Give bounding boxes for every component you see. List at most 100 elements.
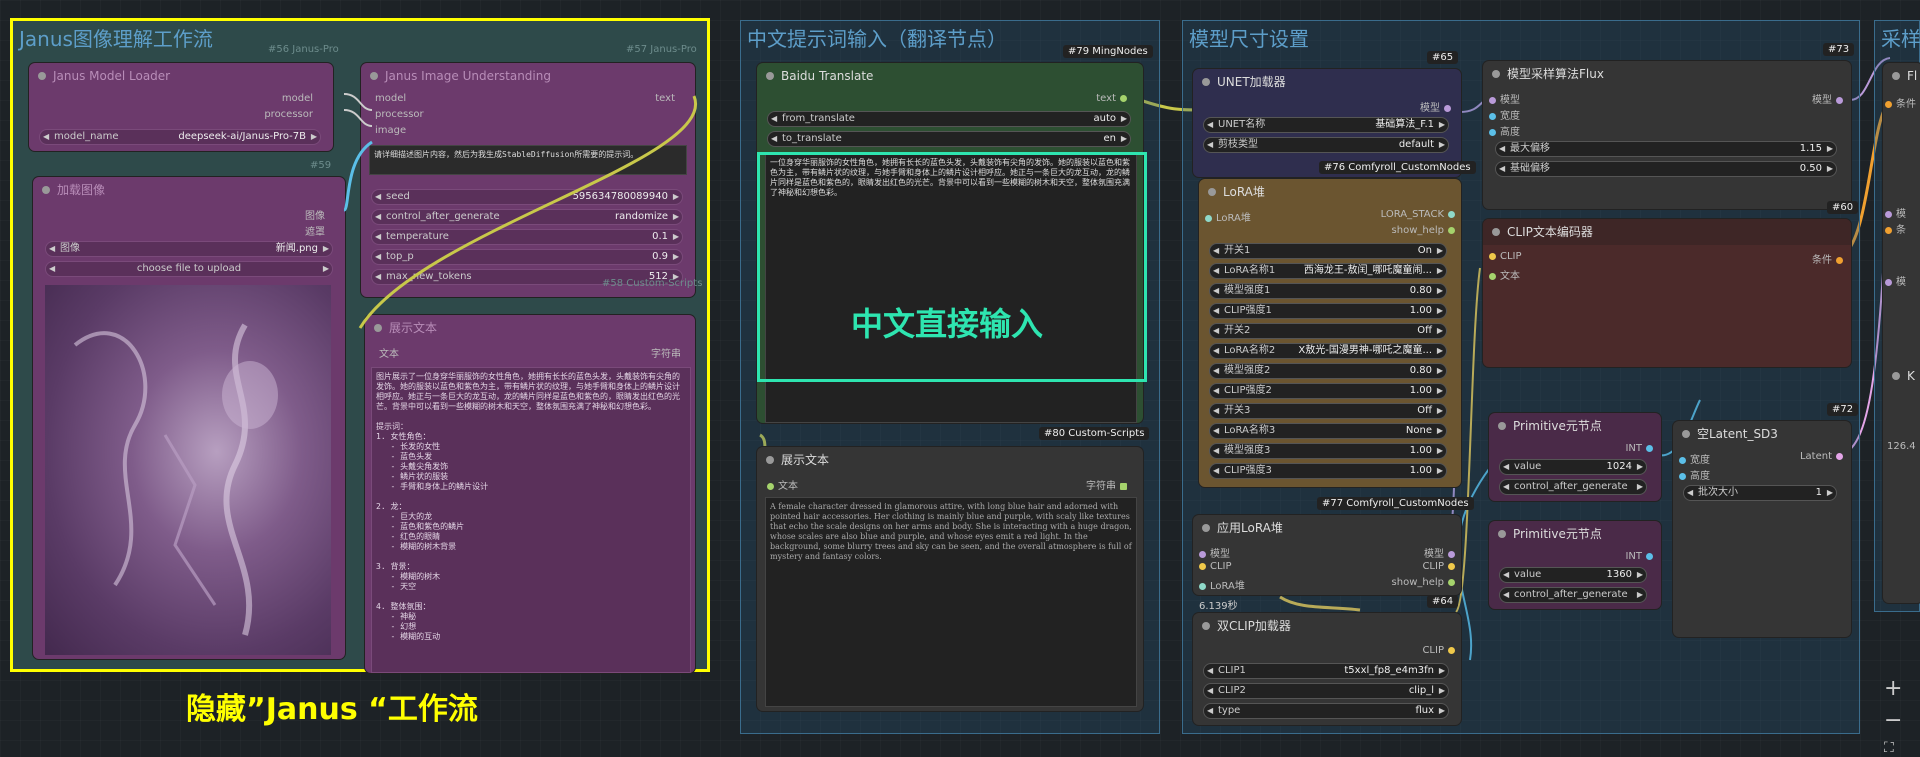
latent-tag: #72 [1827, 403, 1859, 416]
value-widget[interactable]: value1024 [1499, 459, 1647, 475]
to-translate-widget[interactable]: to_translateen [767, 131, 1131, 147]
output-int[interactable]: INT [1625, 551, 1657, 562]
primitive-node-1[interactable]: Primitive元节点 INT value1024 control_after… [1489, 413, 1661, 501]
sampling-tag: #73 [1823, 43, 1855, 56]
lora-widget-row[interactable]: LoRA名称1西海龙王-敖闰_哪吒魔童闹... [1209, 263, 1447, 279]
base-shift-widget[interactable]: 基础偏移0.50 [1495, 161, 1837, 177]
translated-text-content[interactable]: A female character dressed in glamorous … [765, 497, 1137, 707]
lora-stack-tag: #76 Comfyroll_CustomNodes [1319, 161, 1476, 174]
node-title: 空Latent_SD3 [1673, 421, 1851, 447]
lora-widget-row[interactable]: CLIP强度11.00 [1209, 303, 1447, 319]
node-title: 应用LoRA堆 [1193, 515, 1461, 541]
lora-widget-row[interactable]: 模型强度10.80 [1209, 283, 1447, 299]
output-model[interactable]: 模型 [1812, 91, 1847, 106]
node-title: Fl [1883, 63, 1920, 89]
batch-size-widget[interactable]: 批次大小1 [1683, 485, 1837, 501]
lora-widget-row[interactable]: 模型强度20.80 [1209, 363, 1447, 379]
node-title: Baidu Translate [757, 63, 1143, 89]
sampler-group[interactable]: 采样 Fl 条件 模 条 模 K 126.4 [1874, 20, 1920, 612]
dual-clip-tag: #64 [1427, 595, 1459, 608]
lora-widget-row[interactable]: 开关1On [1209, 243, 1447, 259]
node-title: CLIP文本编码器 [1483, 219, 1851, 245]
lora-widget-row[interactable]: 模型强度31.00 [1209, 443, 1447, 459]
output-int[interactable]: INT [1625, 443, 1657, 454]
input-lora-stack[interactable]: LoRA堆 [1201, 209, 1251, 224]
cn-prompt-group[interactable]: 中文提示词输入（翻译节点） Baidu Translate text from_… [740, 20, 1160, 734]
input-width[interactable]: 宽度 [1485, 107, 1520, 122]
zoom-in-button[interactable]: + [1884, 676, 1902, 701]
node-title: UNET加载器 [1193, 69, 1461, 95]
clip-encoder-tag: #60 [1827, 201, 1859, 214]
input-height[interactable]: 高度 [1485, 123, 1520, 138]
fit-view-button[interactable]: ⛶ [1884, 740, 1894, 756]
clip-text-encoder-node[interactable]: CLIP文本编码器 CLIP 文本 条件 [1483, 219, 1851, 367]
output-latent[interactable]: Latent [1800, 451, 1847, 462]
output-string[interactable]: 字符串 [1086, 477, 1131, 492]
unet-tag: #65 [1427, 51, 1459, 64]
sampler-slot-1[interactable]: 条件 [1883, 95, 1916, 110]
model-group-title: 模型尺寸设置 [1189, 27, 1309, 51]
lora-widget-row[interactable]: LoRA名称3None [1209, 423, 1447, 439]
lora-widget-row[interactable]: 开关3Off [1209, 403, 1447, 419]
input-height[interactable]: 高度 [1675, 467, 1710, 482]
from-translate-widget[interactable]: from_translateauto [767, 111, 1131, 127]
node-title: Primitive元节点 [1489, 413, 1661, 439]
baidu-tag: #79 MingNodes [1063, 45, 1153, 58]
input-clip[interactable]: CLIP [1195, 561, 1232, 572]
output-lora-stack[interactable]: LORA_STACK [1381, 209, 1459, 220]
sampler-slot-2[interactable]: 模 [1883, 205, 1906, 220]
output-show-help[interactable]: show_help [1392, 225, 1459, 236]
input-width[interactable]: 宽度 [1675, 451, 1710, 466]
cn-group-title: 中文提示词输入（翻译节点） [747, 27, 1007, 51]
output-model[interactable]: 模型 [1424, 545, 1459, 560]
sampler-slot-4[interactable]: 模 [1883, 273, 1906, 288]
sampler-value: 126.4 [1887, 441, 1916, 452]
control-after-generate-widget[interactable]: control_after_generate [1499, 587, 1647, 603]
primitive-node-2[interactable]: Primitive元节点 INT value1360 control_after… [1489, 521, 1661, 609]
show-text-2-tag: #80 Custom-Scripts [1039, 427, 1150, 440]
lora-widget-row[interactable]: CLIP强度31.00 [1209, 463, 1447, 479]
model-size-group[interactable]: 模型尺寸设置 #65 UNET加载器 模型 UNET名称基础算法_F.1 剪枝类… [1182, 20, 1860, 734]
weight-dtype-widget[interactable]: 剪枝类型default [1203, 137, 1449, 153]
show-text-node-2[interactable]: 展示文本 文本 字符串 A female character dressed i… [757, 447, 1143, 711]
empty-latent-sd3-node[interactable]: 空Latent_SD3 宽度 高度 Latent 批次大小1 [1673, 421, 1851, 637]
input-text[interactable]: 文本 [1485, 267, 1520, 282]
output-text[interactable]: text [1096, 93, 1131, 104]
node-title: 模型采样算法Flux [1483, 61, 1851, 87]
apply-lora-tag: #77 Comfyroll_CustomNodes [1317, 497, 1474, 510]
lora-widget-row[interactable]: 开关2Off [1209, 323, 1447, 339]
lora-stack-node[interactable]: LoRA堆 LoRA堆 LORA_STACK show_help 开关1On Lo… [1199, 179, 1461, 487]
output-clip[interactable]: CLIP [1422, 561, 1459, 572]
chinese-direct-input-highlight [757, 152, 1147, 382]
value-widget[interactable]: value1360 [1499, 567, 1647, 583]
execution-time: 6.139秒 [1199, 601, 1238, 612]
unet-name-widget[interactable]: UNET名称基础算法_F.1 [1203, 117, 1449, 133]
input-lora-stack[interactable]: LoRA堆 [1195, 577, 1245, 592]
control-after-generate-widget[interactable]: control_after_generate [1499, 479, 1647, 495]
lora-widget-row[interactable]: LoRA名称2X敖光-国漫男神-哪吒之魔童... [1209, 343, 1447, 359]
chinese-direct-input-label: 中文直接输入 [851, 305, 1044, 343]
node-title: Primitive元节点 [1489, 521, 1661, 547]
output-show-help[interactable]: show_help [1392, 577, 1459, 588]
dual-clip-loader-node[interactable]: 双CLIP加载器 CLIP CLIP1t5xxl_fp8_e4m3fn CLIP… [1193, 613, 1461, 725]
sampler-group-title: 采样 [1881, 27, 1920, 51]
sampler-slot-3[interactable]: 条 [1883, 221, 1906, 236]
clip2-widget[interactable]: CLIP2clip_l [1203, 683, 1449, 699]
output-clip[interactable]: CLIP [1422, 645, 1459, 656]
max-shift-widget[interactable]: 最大偏移1.15 [1495, 141, 1837, 157]
sampler-node-partial[interactable]: Fl 条件 模 条 模 K 126.4 [1883, 63, 1920, 603]
input-clip[interactable]: CLIP [1485, 251, 1522, 262]
zoom-out-button[interactable]: − [1884, 708, 1902, 733]
apply-lora-stack-node[interactable]: 应用LoRA堆 模型 CLIP LoRA堆 模型 CLIP show_help [1193, 515, 1461, 595]
lora-widget-row[interactable]: CLIP强度21.00 [1209, 383, 1447, 399]
node-title: 展示文本 [757, 447, 1143, 473]
clip1-widget[interactable]: CLIP1t5xxl_fp8_e4m3fn [1203, 663, 1449, 679]
output-model[interactable]: 模型 [1420, 99, 1455, 114]
input-model[interactable]: 模型 [1195, 545, 1230, 560]
node-title: LoRA堆 [1199, 179, 1461, 205]
input-text[interactable]: 文本 [763, 477, 798, 492]
type-widget[interactable]: typeflux [1203, 703, 1449, 719]
input-model[interactable]: 模型 [1485, 91, 1520, 106]
model-sampling-flux-node[interactable]: 模型采样算法Flux 模型 宽度 高度 模型 最大偏移1.15 基础偏移0.50 [1483, 61, 1851, 209]
output-conditioning[interactable]: 条件 [1812, 251, 1847, 266]
